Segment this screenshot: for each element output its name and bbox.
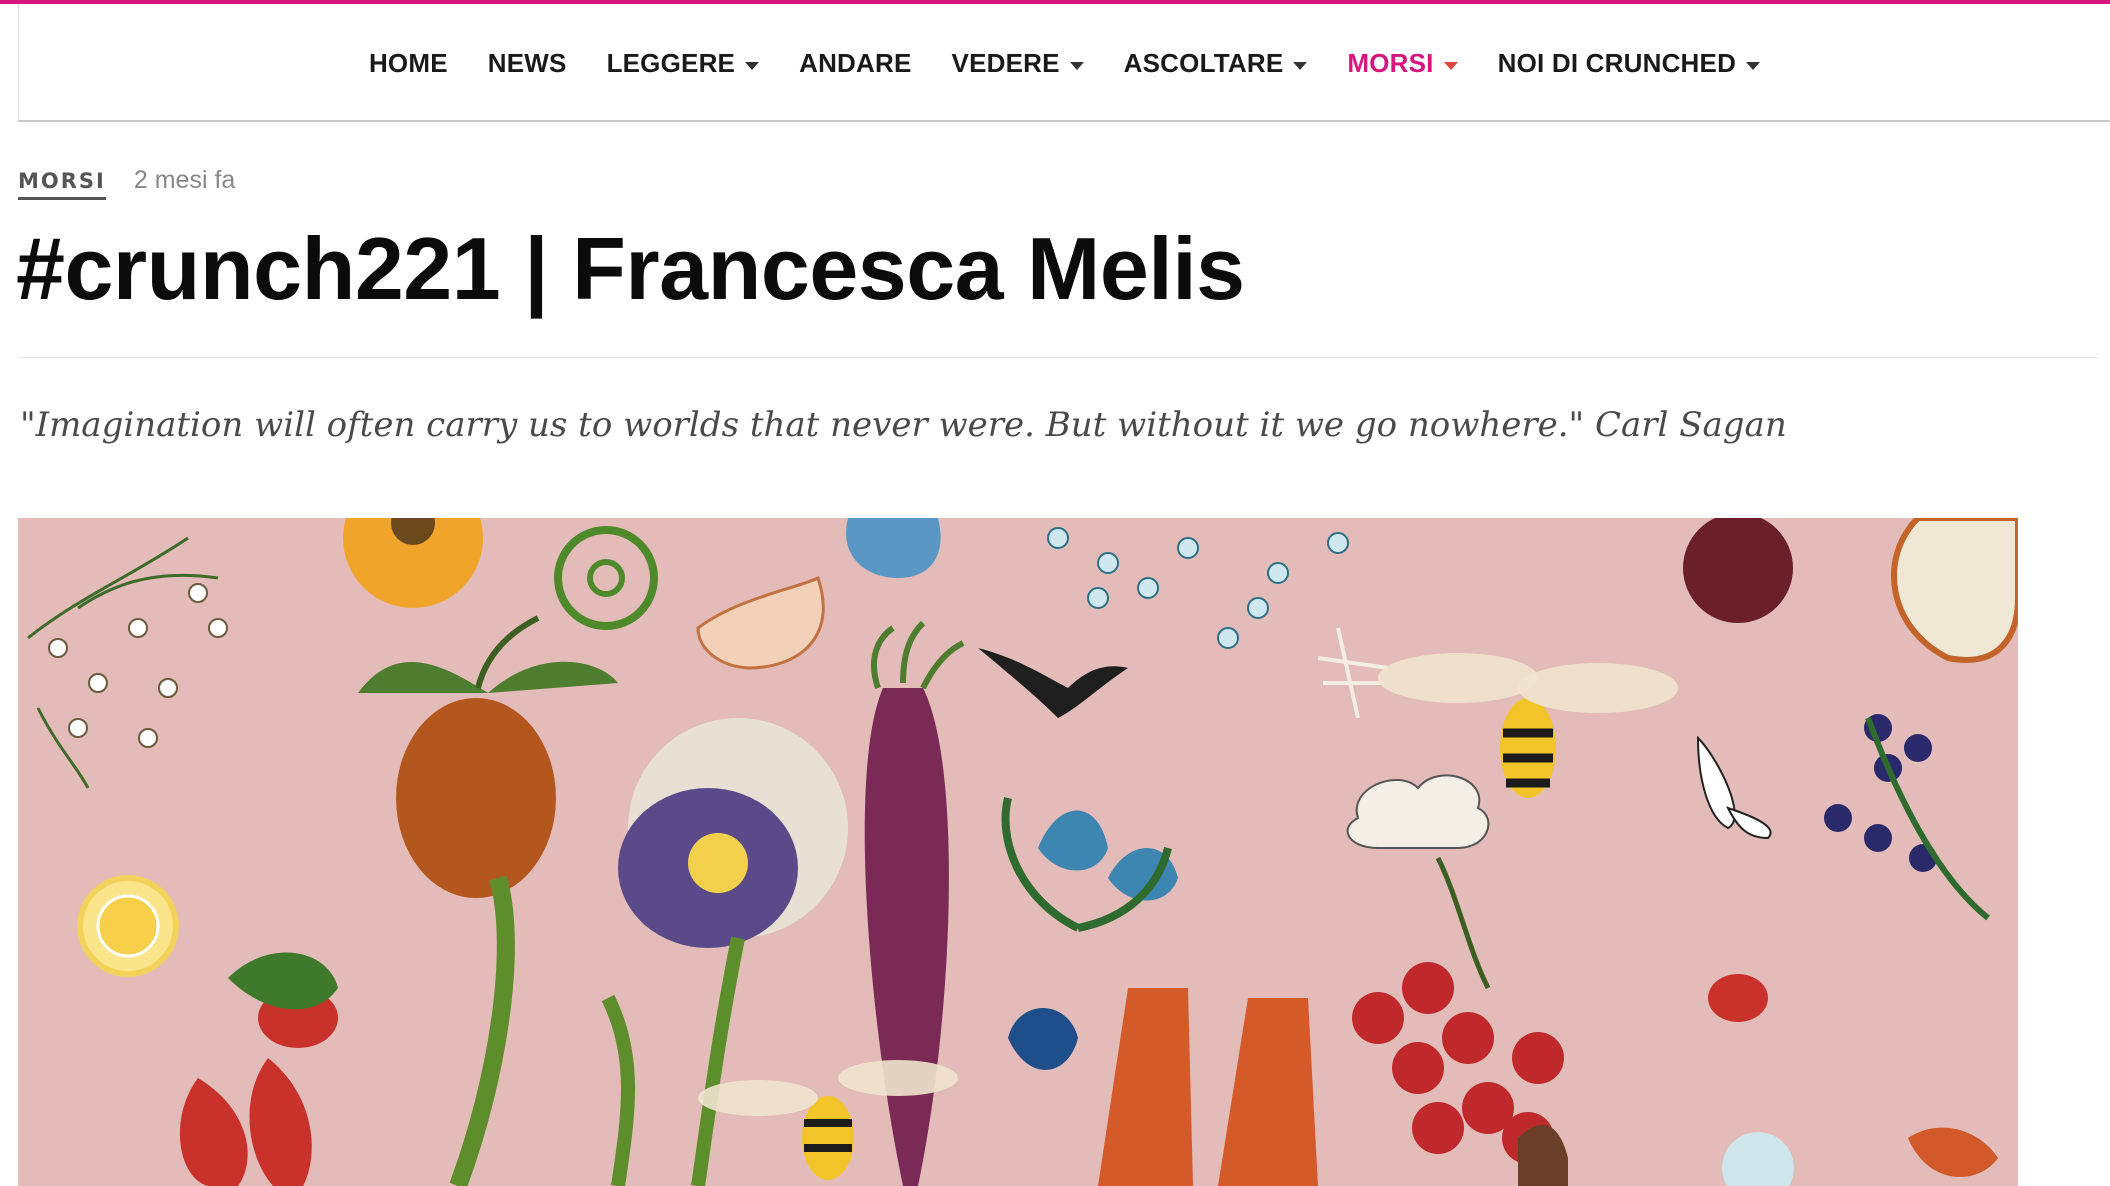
category-link[interactable]: MORSI <box>18 169 106 200</box>
caret-down-icon <box>1293 61 1308 70</box>
main-navigation: HOME NEWS LEGGERE ANDARE VEDERE ASCOLTAR… <box>18 4 2110 122</box>
caret-down-icon <box>1069 61 1084 70</box>
title-divider <box>18 357 2098 358</box>
article-quote: "Imagination will often carry us to worl… <box>20 405 1787 445</box>
post-time: 2 mesi fa <box>133 166 236 194</box>
nav-item-label: VEDERE <box>951 48 1060 78</box>
hero-illustration <box>18 518 2018 1186</box>
nav-item-news[interactable]: NEWS <box>488 48 567 79</box>
caret-down-icon <box>1443 61 1458 70</box>
nav-item-label: ANDARE <box>799 48 912 78</box>
botanical-illustration <box>18 518 2018 1186</box>
nav-item-label: HOME <box>368 48 448 78</box>
caret-down-icon <box>745 61 760 70</box>
ladybug-icon <box>1708 974 1768 1022</box>
caret-down-icon <box>1746 61 1761 70</box>
nav-list: HOME NEWS LEGGERE ANDARE VEDERE ASCOLTAR… <box>19 48 2110 79</box>
article-title: #crunch221 | Francesca Melis <box>16 219 1245 318</box>
nav-item-label: NEWS <box>487 48 567 78</box>
nav-item-label: LEGGERE <box>606 48 736 78</box>
nav-item-noi-di-crunched[interactable]: NOI DI CRUNCHED <box>1497 48 1761 79</box>
nav-item-label: ASCOLTARE <box>1123 48 1284 78</box>
nav-item-ascoltare[interactable]: ASCOLTARE <box>1124 48 1308 79</box>
plum-icon <box>1683 518 1793 623</box>
nav-item-label: MORSI <box>1347 48 1434 78</box>
nav-item-leggere[interactable]: LEGGERE <box>607 48 760 79</box>
nav-item-morsi[interactable]: MORSI <box>1347 48 1458 79</box>
article-meta: MORSI 2 mesi fa <box>18 166 235 200</box>
nav-item-vedere[interactable]: VEDERE <box>952 48 1084 79</box>
nav-item-andare[interactable]: ANDARE <box>799 48 911 79</box>
nav-item-label: NOI DI CRUNCHED <box>1497 48 1737 78</box>
nav-item-home[interactable]: HOME <box>369 48 448 79</box>
lemon-slice-icon <box>77 875 179 977</box>
